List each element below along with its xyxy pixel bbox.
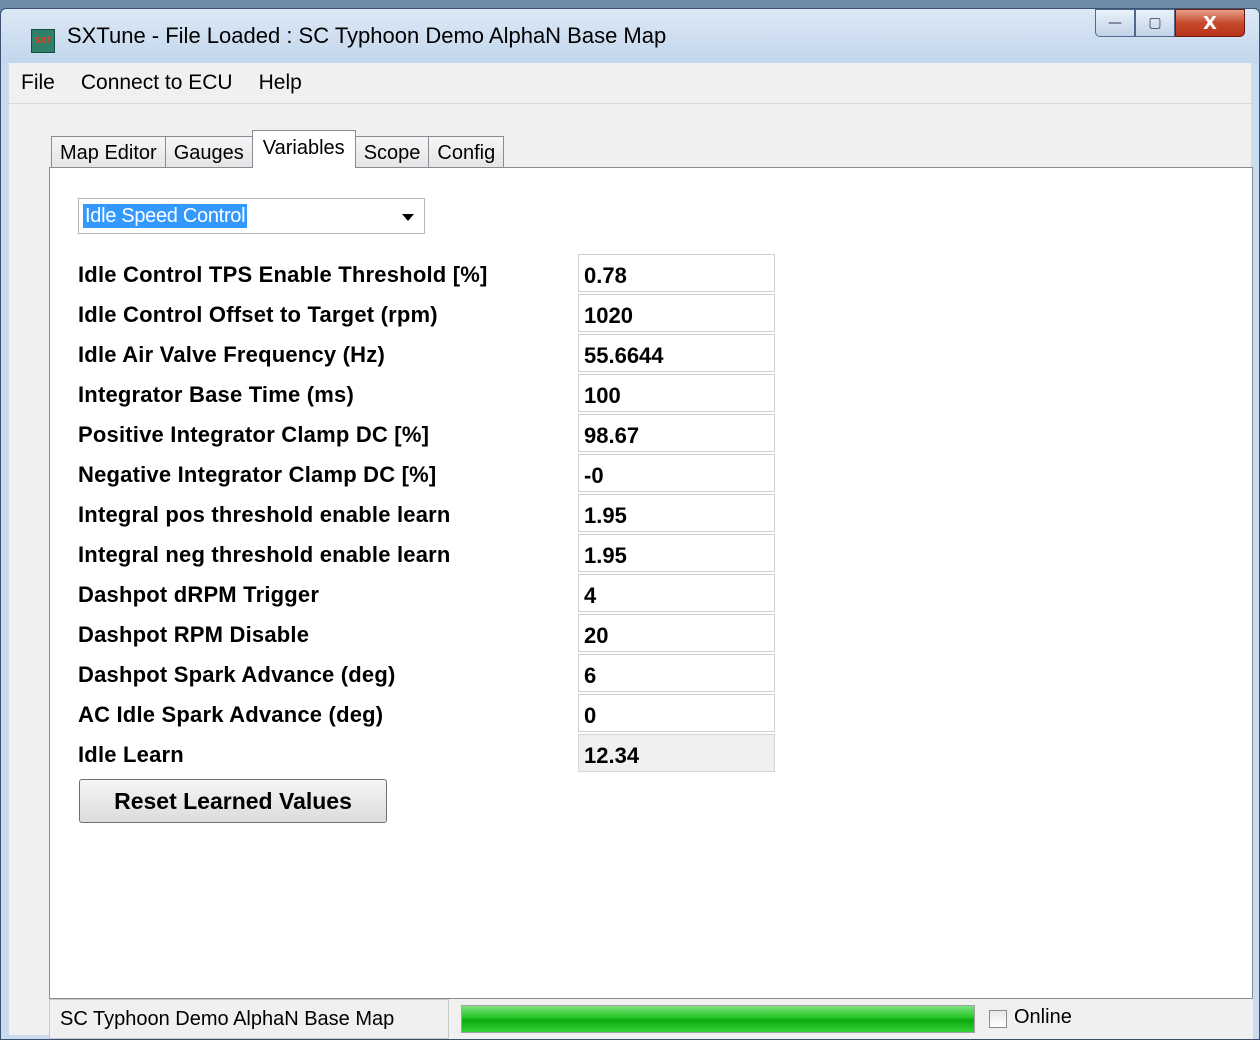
tab-map-editor[interactable]: Map Editor [51, 136, 166, 168]
menu-file[interactable]: File [9, 71, 69, 95]
progress-fill [462, 1006, 974, 1032]
variable-input[interactable]: 1.95 [578, 534, 775, 572]
variable-label: Idle Control TPS Enable Threshold [%] [78, 262, 488, 287]
app-icon[interactable]: SXT [31, 29, 55, 53]
variable-label: Positive Integrator Clamp DC [%] [78, 422, 430, 447]
chevron-down-icon[interactable] [402, 214, 414, 221]
menu-help[interactable]: Help [247, 71, 316, 95]
tab-variables[interactable]: Variables [251, 130, 356, 168]
title-bar[interactable]: SXT SXTune - File Loaded : SC Typhoon De… [1, 9, 1259, 63]
variable-label: Negative Integrator Clamp DC [%] [78, 462, 437, 487]
tab-scope[interactable]: Scope [354, 136, 430, 168]
status-bar: SC Typhoon Demo AlphaN Base Map Online [49, 999, 1253, 1039]
status-file-name: SC Typhoon Demo AlphaN Base Map [49, 999, 449, 1039]
menu-connect-to-ecu[interactable]: Connect to ECU [69, 71, 247, 95]
variable-input[interactable]: 1020 [578, 294, 775, 332]
minimize-button[interactable]: — [1095, 9, 1135, 37]
variable-input[interactable]: 0.78 [578, 254, 775, 292]
variable-input[interactable]: 98.67 [578, 414, 775, 452]
close-button[interactable]: X [1175, 9, 1245, 37]
variable-label: Dashpot RPM Disable [78, 622, 310, 647]
variable-input[interactable]: 6 [578, 654, 775, 692]
online-label[interactable]: Online [1014, 1006, 1072, 1029]
tab-strip: Map Editor Gauges Variables Scope Config [51, 130, 505, 168]
variable-input[interactable]: -0 [578, 454, 775, 492]
variable-label: Dashpot dRPM Trigger [78, 582, 320, 607]
menu-bar: File Connect to ECU Help [9, 63, 1251, 104]
app-window: SXT SXTune - File Loaded : SC Typhoon De… [0, 8, 1260, 1040]
variable-label: Integrator Base Time (ms) [78, 382, 355, 407]
variables-panel: Idle Speed Control Idle Control TPS Enab… [49, 167, 1253, 999]
client-area: Map Editor Gauges Variables Scope Config… [9, 104, 1253, 1039]
reset-learned-values-button[interactable]: Reset Learned Values [79, 779, 387, 823]
variable-input[interactable]: 1.95 [578, 494, 775, 532]
idle-learn-value: 12.34 [578, 734, 775, 772]
variable-input[interactable]: 100 [578, 374, 775, 412]
progress-bar [461, 1005, 975, 1033]
online-checkbox[interactable] [989, 1010, 1007, 1028]
variable-label: Idle Air Valve Frequency (Hz) [78, 342, 385, 367]
variable-label: Integral pos threshold enable learn [78, 502, 451, 527]
variable-input[interactable]: 0 [578, 694, 775, 732]
variable-label: Dashpot Spark Advance (deg) [78, 662, 396, 687]
variable-label: AC Idle Spark Advance (deg) [78, 702, 384, 727]
maximize-button[interactable]: ▢ [1135, 9, 1175, 37]
category-select-value: Idle Speed Control [83, 204, 248, 228]
variable-label: Idle Learn [78, 742, 184, 767]
variable-input[interactable]: 20 [578, 614, 775, 652]
category-select[interactable]: Idle Speed Control [78, 198, 425, 234]
variable-label: Integral neg threshold enable learn [78, 542, 451, 567]
tab-config[interactable]: Config [428, 136, 505, 168]
window-title: SXTune - File Loaded : SC Typhoon Demo A… [67, 23, 667, 48]
tab-gauges[interactable]: Gauges [164, 136, 253, 168]
variable-label: Idle Control Offset to Target (rpm) [78, 302, 438, 327]
variable-input[interactable]: 55.6644 [578, 334, 775, 372]
variable-input[interactable]: 4 [578, 574, 775, 612]
